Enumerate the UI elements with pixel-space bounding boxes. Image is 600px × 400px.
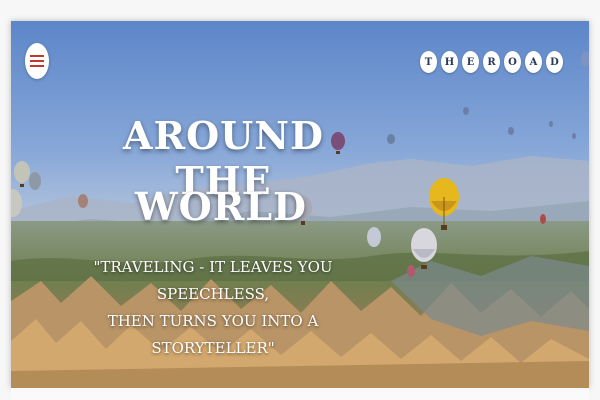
- brand-letter: T: [420, 51, 437, 73]
- hero-title-line-2: WORLD: [134, 184, 308, 229]
- balloon-left-2: [11, 189, 22, 217]
- brand-letter: H: [441, 51, 458, 73]
- hamburger-menu-icon: [30, 55, 44, 57]
- hero-banner: T H E R O A D AROUND THE WORLD "TRAVELIN…: [11, 21, 589, 388]
- hero-quote: "TRAVELING - IT LEAVES YOU SPEECHLESS, T…: [53, 254, 373, 362]
- brand-letter: E: [462, 51, 479, 73]
- balloon-small-3: [367, 227, 381, 247]
- brand-letter: O: [504, 51, 521, 73]
- balloon-small-4: [581, 51, 589, 67]
- balloon-small-7: [549, 121, 553, 127]
- hero-quote-line-2: THEN TURNS YOU INTO A STORYTELLER": [107, 312, 319, 357]
- brand-letter: A: [525, 51, 542, 73]
- brand-letter: R: [483, 51, 500, 73]
- balloon-left-3: [29, 172, 41, 190]
- menu-button[interactable]: [25, 43, 49, 79]
- balloon-small-6: [508, 127, 514, 135]
- brand-logo[interactable]: T H E R O A D: [420, 51, 563, 73]
- balloon-small-9: [540, 214, 546, 224]
- content-section-edge: [11, 388, 589, 400]
- hero-quote-line-1: "TRAVELING - IT LEAVES YOU SPEECHLESS,: [93, 258, 333, 303]
- balloon-small-10: [407, 265, 415, 277]
- balloon-small-5: [463, 107, 469, 115]
- balloon-small-8: [572, 133, 576, 139]
- balloon-large-yellow: [429, 178, 459, 230]
- brand-letter: D: [546, 51, 563, 73]
- balloon-large-white: [411, 228, 437, 269]
- balloon-left-1: [14, 161, 30, 187]
- balloon-small-2: [387, 134, 395, 144]
